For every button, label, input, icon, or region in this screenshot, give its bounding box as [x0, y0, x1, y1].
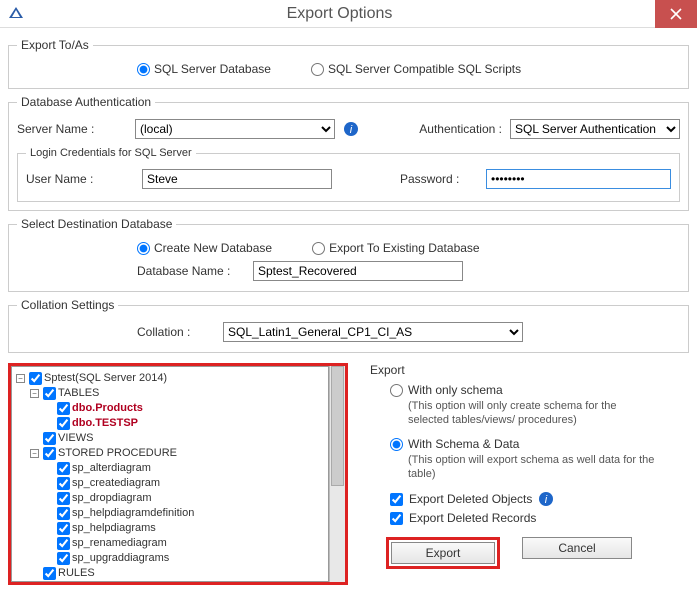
expand-icon[interactable]: − — [30, 389, 39, 398]
tree-check-item[interactable] — [57, 552, 70, 565]
schema-data-hint: (This option will export schema as well … — [408, 453, 658, 481]
tree-check-item[interactable] — [57, 417, 70, 430]
cancel-button[interactable]: Cancel — [522, 537, 632, 559]
radio-schema-data[interactable] — [390, 438, 403, 451]
export-to-as-group: Export To/As SQL Server Database SQL Ser… — [8, 38, 689, 89]
tree-triggers: TRIGGERS — [58, 581, 115, 582]
tree-check-item[interactable] — [57, 492, 70, 505]
db-name-field[interactable] — [253, 261, 463, 281]
check-deleted-objects[interactable] — [390, 493, 403, 506]
db-name-label: Database Name : — [137, 264, 247, 278]
tree-check-item[interactable] — [57, 507, 70, 520]
info-icon[interactable]: i — [343, 121, 359, 137]
tree-views: VIEWS — [58, 431, 93, 446]
tree-sp-item: sp_creatediagram — [72, 476, 160, 491]
scrollbar-thumb[interactable] — [331, 366, 344, 486]
tree-table-item: dbo.TESTSP — [72, 416, 138, 431]
close-icon — [670, 8, 682, 20]
app-logo-icon — [8, 6, 24, 22]
radio-sql-server-db-label: SQL Server Database — [154, 62, 271, 76]
collation-legend: Collation Settings — [17, 298, 118, 312]
password-label: Password : — [400, 172, 480, 186]
username-field[interactable] — [142, 169, 332, 189]
export-button[interactable]: Export — [391, 542, 495, 564]
radio-schema-data-label: With Schema & Data — [408, 437, 519, 451]
server-name-select[interactable]: (local) — [135, 119, 335, 139]
check-deleted-records[interactable] — [390, 512, 403, 525]
password-field[interactable] — [486, 169, 671, 189]
tree-table-item: dbo.Products — [72, 401, 143, 416]
tree-check-sp[interactable] — [43, 447, 56, 460]
radio-sql-scripts-label: SQL Server Compatible SQL Scripts — [328, 62, 521, 76]
object-tree[interactable]: −Sptest(SQL Server 2014) −TABLES dbo.Pro… — [11, 366, 329, 582]
tree-rules: RULES — [58, 566, 95, 581]
username-label: User Name : — [26, 172, 136, 186]
tree-check-root[interactable] — [29, 372, 42, 385]
collation-group: Collation Settings Collation : SQL_Latin… — [8, 298, 689, 353]
collation-label: Collation : — [137, 325, 217, 339]
collation-select[interactable]: SQL_Latin1_General_CP1_CI_AS — [223, 322, 523, 342]
expand-icon[interactable]: − — [30, 449, 39, 458]
login-credentials-group: Login Credentials for SQL Server User Na… — [17, 147, 680, 202]
destination-db-group: Select Destination Database Create New D… — [8, 217, 689, 292]
tree-check-rules[interactable] — [43, 567, 56, 580]
tree-sp-item: sp_upgraddiagrams — [72, 551, 169, 566]
schema-only-hint: (This option will only create schema for… — [408, 399, 658, 427]
export-button-highlight: Export — [386, 537, 500, 569]
radio-schema-only[interactable] — [390, 384, 403, 397]
tree-check-item[interactable] — [57, 462, 70, 475]
titlebar: Export Options — [0, 0, 697, 28]
tree-sp-item: sp_helpdiagrams — [72, 521, 156, 536]
export-to-as-legend: Export To/As — [17, 38, 93, 52]
check-deleted-records-label: Export Deleted Records — [409, 511, 536, 525]
authentication-label: Authentication : — [419, 122, 502, 136]
radio-export-existing-db[interactable] — [312, 242, 325, 255]
db-auth-group: Database Authentication Server Name : (l… — [8, 95, 689, 211]
close-button[interactable] — [655, 0, 697, 28]
tree-sp-item: sp_renamediagram — [72, 536, 167, 551]
radio-create-new-db-label: Create New Database — [154, 241, 272, 255]
dialog-body: Export To/As SQL Server Database SQL Ser… — [0, 28, 697, 593]
radio-create-new-db[interactable] — [137, 242, 150, 255]
db-auth-legend: Database Authentication — [17, 95, 155, 109]
tree-tables: TABLES — [58, 386, 99, 401]
tree-sp-item: sp_alterdiagram — [72, 461, 151, 476]
authentication-select[interactable]: SQL Server Authentication — [510, 119, 680, 139]
tree-check-item[interactable] — [57, 537, 70, 550]
tree-sp-item: sp_helpdiagramdefinition — [72, 506, 194, 521]
tree-scrollbar[interactable] — [329, 366, 345, 582]
tree-check-item[interactable] — [57, 402, 70, 415]
check-deleted-objects-label: Export Deleted Objects — [409, 492, 532, 506]
tree-check-item[interactable] — [57, 477, 70, 490]
radio-sql-scripts[interactable] — [311, 63, 324, 76]
radio-sql-server-db[interactable] — [137, 63, 150, 76]
tree-check-item[interactable] — [57, 522, 70, 535]
tree-sp-item: sp_dropdiagram — [72, 491, 152, 506]
tree-sp: STORED PROCEDURE — [58, 446, 177, 461]
expand-icon[interactable]: − — [16, 374, 25, 383]
server-name-label: Server Name : — [17, 122, 127, 136]
radio-schema-only-label: With only schema — [408, 383, 503, 397]
window-title: Export Options — [24, 5, 655, 23]
export-panel: Export With only schema (This option wil… — [362, 363, 689, 585]
tree-check-views[interactable] — [43, 432, 56, 445]
info-icon[interactable]: i — [538, 491, 554, 507]
tree-check-tables[interactable] — [43, 387, 56, 400]
radio-export-existing-db-label: Export To Existing Database — [329, 241, 480, 255]
destination-db-legend: Select Destination Database — [17, 217, 176, 231]
tree-root: Sptest(SQL Server 2014) — [44, 371, 167, 386]
login-credentials-legend: Login Credentials for SQL Server — [26, 147, 196, 159]
object-tree-panel: −Sptest(SQL Server 2014) −TABLES dbo.Pro… — [8, 363, 348, 585]
export-title: Export — [370, 363, 689, 377]
